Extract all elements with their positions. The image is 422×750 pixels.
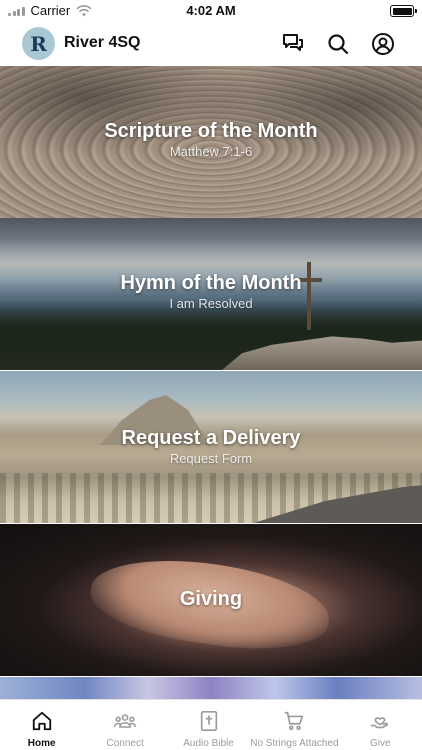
next-card-partial[interactable] — [0, 677, 422, 699]
tab-no-strings-attached[interactable]: No Strings Attached — [250, 700, 339, 750]
group-icon — [113, 709, 137, 733]
cart-icon — [282, 709, 306, 733]
status-bar: Carrier 4:02 AM — [0, 0, 422, 22]
search-icon[interactable] — [326, 32, 350, 56]
status-time: 4:02 AM — [186, 3, 236, 18]
profile-icon[interactable] — [371, 32, 395, 56]
app-logo[interactable]: R — [22, 27, 55, 60]
tab-home[interactable]: Home — [0, 700, 83, 750]
tab-label: Give — [370, 738, 391, 749]
hymn-card[interactable]: Hymn of the Month I am Resolved — [0, 218, 422, 370]
hymn-card-text: Hymn of the Month I am Resolved — [0, 272, 422, 311]
delivery-card[interactable]: Request a Delivery Request Form — [0, 371, 422, 523]
app-title: River 4SQ — [64, 34, 141, 51]
tab-give[interactable]: Give — [339, 700, 422, 750]
scripture-card-text: Scripture of the Month Matthew 7:1-6 — [0, 120, 422, 159]
card-title: Scripture of the Month — [104, 120, 318, 142]
card-title: Request a Delivery — [121, 427, 301, 449]
give-icon — [368, 709, 392, 733]
card-subtitle: Matthew 7:1-6 — [169, 144, 253, 159]
card-subtitle: Request Form — [169, 451, 253, 466]
tab-audio-bible[interactable]: Audio Bible — [167, 700, 250, 750]
tab-bar: Home Connect Audio Bible No Strings Atta… — [0, 699, 422, 750]
tab-connect[interactable]: Connect — [83, 700, 166, 750]
scripture-card[interactable]: Scripture of the Month Matthew 7:1-6 — [0, 66, 422, 218]
card-subtitle: I am Resolved — [169, 296, 253, 311]
battery-icon — [390, 5, 417, 17]
giving-card-text: Giving — [0, 588, 422, 611]
card-title: Giving — [179, 588, 243, 610]
tab-label: No Strings Attached — [250, 738, 339, 749]
card-title: Hymn of the Month — [120, 272, 302, 294]
next-card-image — [0, 677, 422, 699]
chat-icon[interactable] — [281, 32, 305, 56]
tab-label: Home — [27, 738, 56, 749]
home-icon — [30, 709, 54, 733]
giving-card[interactable]: Giving — [0, 524, 422, 676]
tab-label: Audio Bible — [183, 738, 234, 749]
app-header: R River 4SQ — [0, 22, 422, 66]
delivery-card-text: Request a Delivery Request Form — [0, 427, 422, 466]
tab-label: Connect — [106, 738, 144, 749]
bible-icon — [197, 709, 221, 733]
content-feed[interactable]: Scripture of the Month Matthew 7:1-6 Hym… — [0, 66, 422, 699]
